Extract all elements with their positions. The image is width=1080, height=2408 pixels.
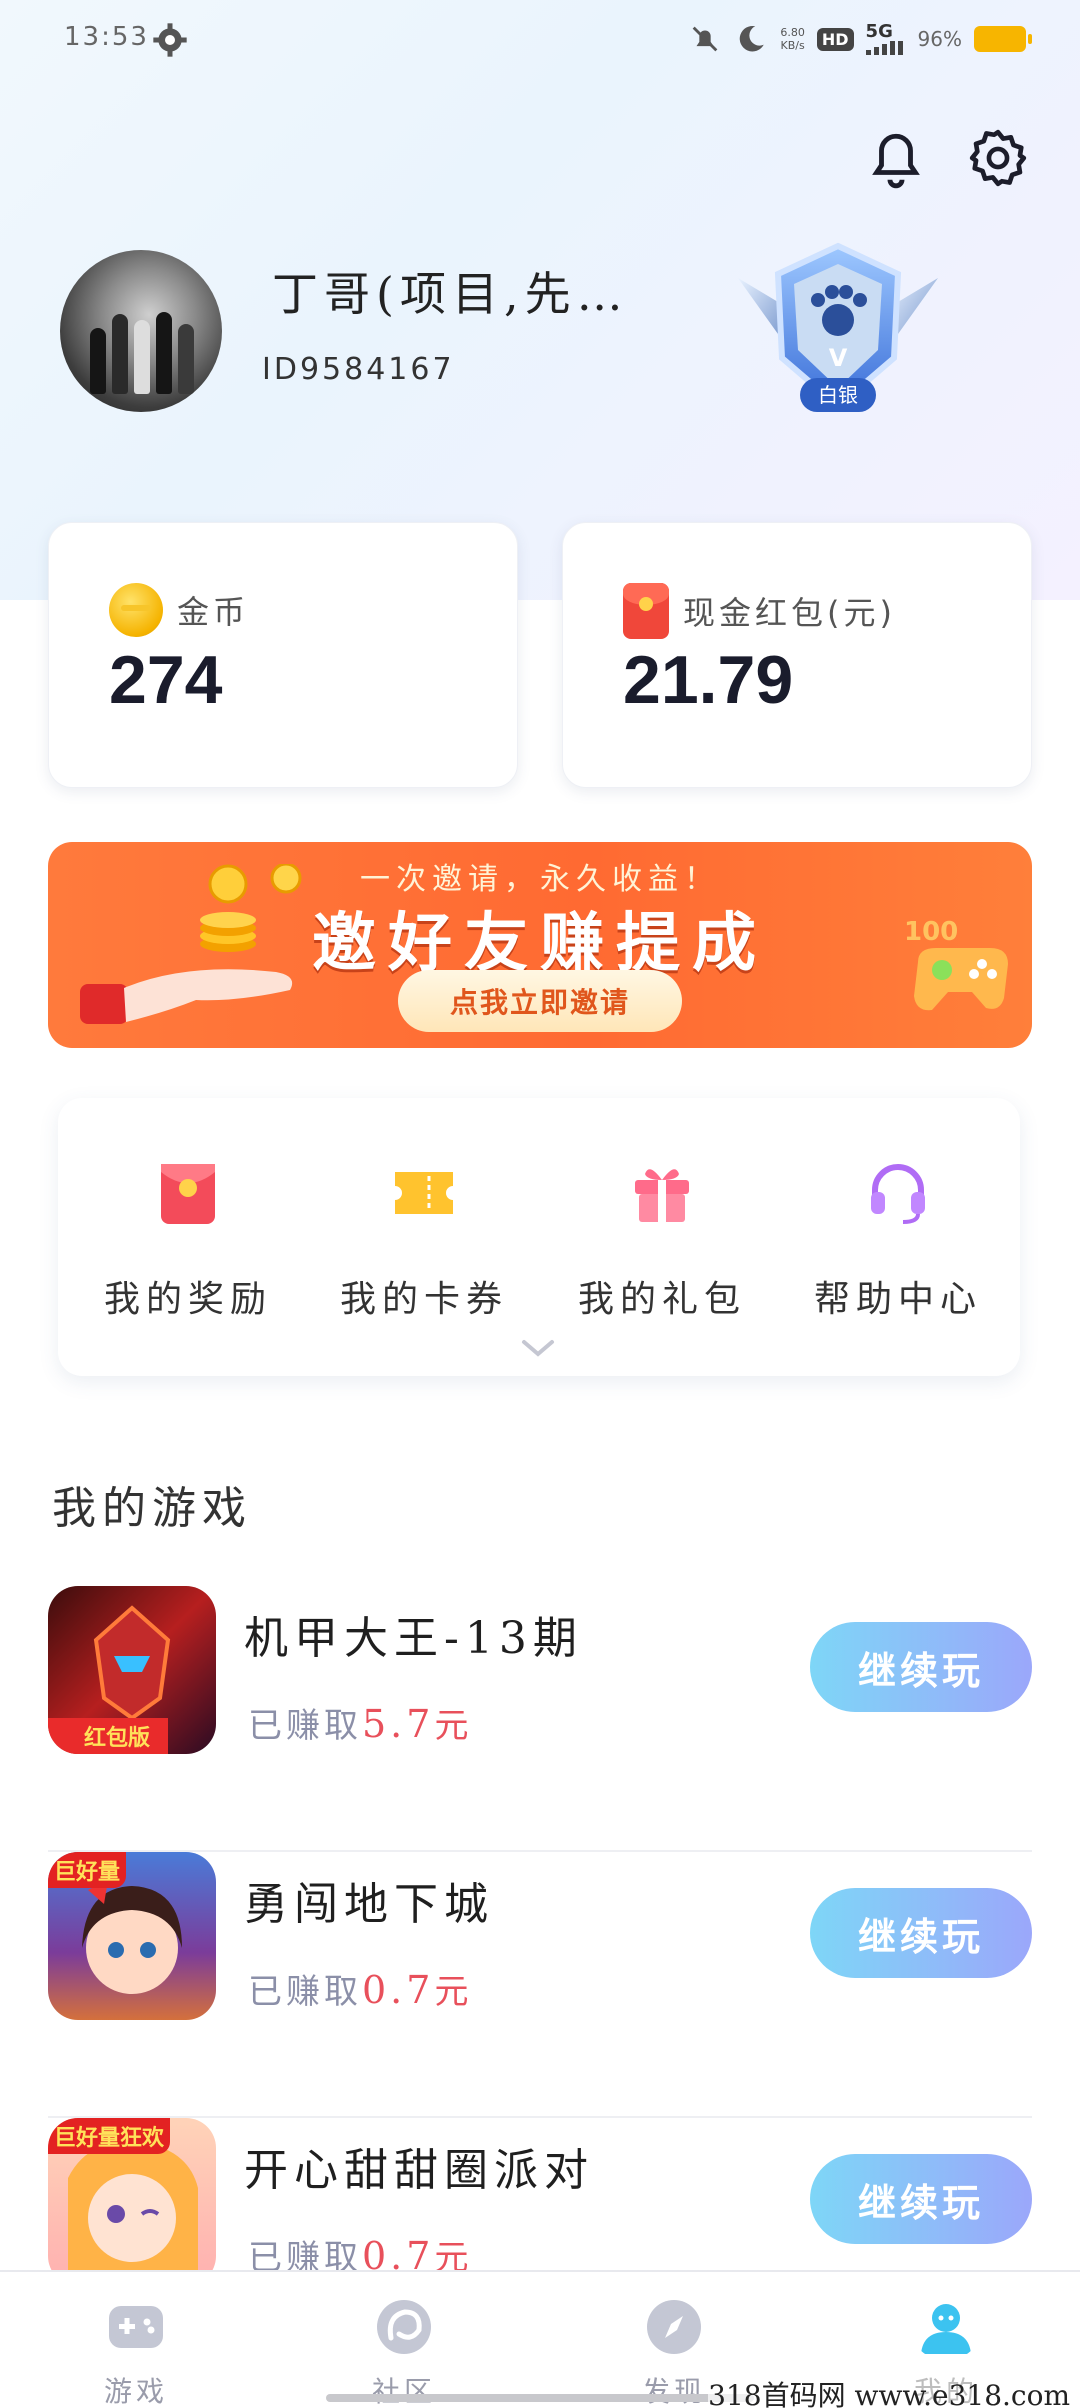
network-speed-value: 6.80 — [780, 26, 805, 39]
earned-currency: 元 — [434, 1706, 473, 1746]
earned-currency: 元 — [434, 1972, 473, 2012]
watermark: 318首码网 www.e318.com — [708, 2374, 1070, 2408]
status-bar: 13:53 6.80 KB/s HD 5G 96% — [0, 0, 1080, 86]
status-indicators: 6.80 KB/s HD 5G 96% — [688, 21, 1032, 56]
quick-action-help[interactable]: 帮助中心 — [788, 1158, 1008, 1322]
quick-action-coupons[interactable]: 我的卡券 — [314, 1158, 534, 1322]
quick-action-gifts[interactable]: 我的礼包 — [552, 1158, 772, 1322]
coin-icon — [109, 583, 163, 637]
user-icon — [921, 2304, 971, 2354]
quick-actions-panel: 我的奖励 我的卡券 我的礼包 帮助中心 — [58, 1098, 1020, 1376]
continue-play-button[interactable]: 继续玩 — [810, 1622, 1032, 1712]
network-speed: 6.80 KB/s — [780, 26, 805, 52]
ticket-icon — [395, 1172, 453, 1214]
game-icon[interactable]: 红包版 — [48, 1586, 216, 1754]
hd-badge: HD — [816, 27, 854, 51]
banner-badge-text: 100 — [904, 917, 958, 947]
game-tag: 红包版 — [84, 1726, 151, 1751]
cash-card[interactable]: 现金红包(元) 21.79 — [562, 522, 1032, 788]
chevron-down-icon[interactable] — [518, 1336, 558, 1360]
cash-value: 21.79 — [623, 642, 794, 718]
game-tag: 巨好量狂欢 — [48, 2118, 171, 2154]
gamepad-icon — [109, 2306, 163, 2348]
community-icon — [377, 2300, 431, 2354]
quick-action-rewards[interactable]: 我的奖励 — [78, 1158, 298, 1322]
cash-label: 现金红包(元) — [683, 594, 896, 632]
header-actions — [864, 120, 1030, 196]
quick-action-label: 我的奖励 — [103, 1279, 272, 1320]
game-name: 机甲大王-13期 — [244, 1613, 583, 1664]
game-icon[interactable]: 巨好量 — [48, 1852, 216, 2020]
headset-icon — [871, 1164, 925, 1224]
moon-icon — [740, 25, 765, 52]
game-name: 勇闯地下城 — [244, 1879, 494, 1930]
earned-amount: 5.7 — [362, 1702, 435, 1746]
settings-icon — [153, 23, 187, 57]
bell-icon[interactable] — [864, 120, 928, 196]
quick-action-label: 帮助中心 — [813, 1279, 982, 1320]
game-row[interactable]: 巨好量 勇闯地下城 已赚取0.7元 继续玩 — [48, 1852, 1032, 2118]
game-earned: 已赚取5.7元 — [248, 1698, 472, 1747]
user-id: ID9584167 — [262, 352, 455, 387]
earned-prefix: 已赚取 — [248, 1706, 362, 1746]
level-letter: V — [829, 344, 848, 372]
tab-label: 社区 — [371, 2375, 436, 2408]
network-speed-unit: KB/s — [780, 39, 805, 52]
earned-amount: 0.7 — [362, 1968, 435, 2012]
network-type: 5G — [865, 21, 893, 42]
tab-games[interactable]: 游戏 — [66, 2298, 206, 2408]
home-indicator[interactable] — [326, 2394, 754, 2402]
continue-play-button[interactable]: 继续玩 — [810, 2154, 1032, 2244]
status-time: 13:53 — [64, 22, 149, 52]
signal-icon — [865, 41, 903, 55]
section-title-my-games: 我的游戏 — [52, 1483, 252, 1534]
red-envelope-icon — [161, 1164, 215, 1224]
user-name[interactable]: 丁哥(项目,先… — [272, 258, 629, 324]
continue-play-button[interactable]: 继续玩 — [810, 1888, 1032, 1978]
tab-community[interactable]: 社区 — [334, 2298, 474, 2408]
mute-icon — [693, 26, 718, 52]
red-packet-icon — [623, 583, 669, 639]
quick-action-label: 我的礼包 — [577, 1279, 746, 1320]
coins-label-row: 金币 — [109, 583, 249, 637]
invite-button[interactable]: 点我立即邀请 — [398, 970, 682, 1032]
coins-label: 金币 — [177, 593, 250, 631]
cash-label-row: 现金红包(元) — [623, 583, 896, 639]
compass-icon — [647, 2300, 701, 2354]
level-badge-label: 白银 — [818, 383, 858, 407]
coins-card[interactable]: 金币 274 — [48, 522, 518, 788]
battery-percent: 96% — [917, 27, 962, 51]
gamepad-icon: 100 — [904, 917, 1008, 1011]
game-row[interactable]: 红包版 机甲大王-13期 已赚取5.7元 继续玩 — [48, 1586, 1032, 1852]
coins-value: 274 — [109, 642, 223, 718]
tab-label: 游戏 — [103, 2375, 168, 2408]
game-name: 开心甜甜圈派对 — [244, 2145, 594, 2196]
signal-indicator: 5G — [865, 21, 906, 55]
gift-icon — [635, 1169, 689, 1222]
earned-prefix: 已赚取 — [248, 1972, 362, 2012]
game-icon[interactable]: 巨好量狂欢 — [48, 2118, 216, 2286]
game-tag: 巨好量 — [48, 1852, 127, 1888]
level-badge-icon[interactable]: V 白银 — [728, 238, 948, 428]
avatar[interactable] — [60, 250, 222, 412]
invite-banner[interactable]: 一次邀请，永久收益！ 邀好友赚提成 点我立即邀请 100 — [48, 842, 1032, 1048]
quick-action-label: 我的卡券 — [339, 1279, 508, 1320]
battery-icon — [974, 26, 1032, 52]
gear-icon[interactable] — [966, 120, 1030, 196]
game-earned: 已赚取0.7元 — [248, 1964, 472, 2013]
